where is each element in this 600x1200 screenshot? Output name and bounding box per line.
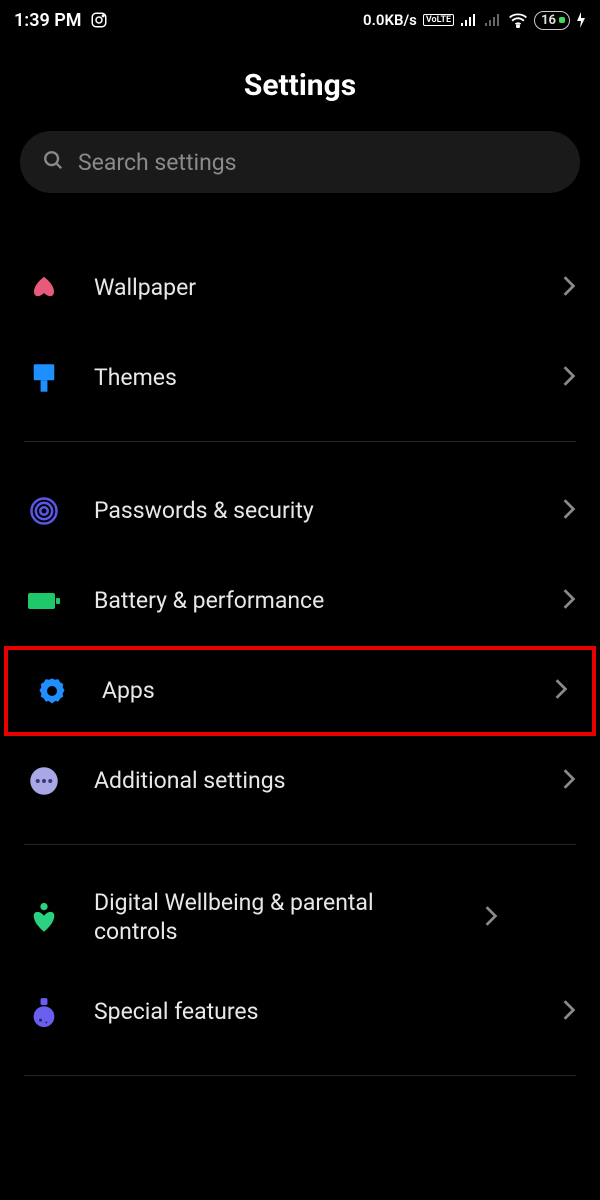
chevron-right-icon: [562, 999, 576, 1025]
status-datarate: 0.0KB/s: [363, 11, 417, 29]
settings-item-additional[interactable]: Additional settings: [0, 736, 600, 826]
settings-item-label: Digital Wellbeing & parental controls: [94, 889, 454, 947]
chevron-right-icon: [562, 365, 576, 391]
wifi-icon: [508, 12, 528, 28]
settings-item-wallpaper[interactable]: Wallpaper: [0, 243, 600, 333]
battery-percent: 16: [541, 13, 556, 28]
chevron-right-icon: [562, 275, 576, 301]
search-placeholder: Search settings: [78, 149, 237, 176]
battery-indicator: 16: [534, 11, 570, 30]
divider: [24, 844, 576, 845]
settings-item-label: Battery & performance: [94, 587, 532, 616]
settings-item-themes[interactable]: Themes: [0, 333, 600, 423]
chevron-right-icon: [562, 498, 576, 524]
status-time: 1:39 PM: [14, 10, 82, 31]
charging-icon: [576, 12, 586, 28]
divider: [24, 1075, 576, 1076]
divider: [24, 441, 576, 442]
gear-icon: [32, 671, 72, 711]
battery-level-icon: [559, 17, 565, 23]
settings-item-label: Passwords & security: [94, 497, 532, 526]
settings-item-battery[interactable]: Battery & performance: [0, 556, 600, 646]
battery-icon: [24, 581, 64, 621]
chevron-right-icon: [484, 905, 498, 931]
more-icon: [24, 761, 64, 801]
settings-item-wellbeing[interactable]: Digital Wellbeing & parental controls: [0, 869, 600, 967]
settings-item-special[interactable]: Special features: [0, 967, 600, 1057]
settings-item-label: Apps: [102, 677, 524, 706]
instagram-icon: [90, 11, 108, 29]
settings-item-label: Wallpaper: [94, 274, 532, 303]
wallpaper-icon: [24, 268, 64, 308]
themes-icon: [24, 358, 64, 398]
settings-item-passwords[interactable]: Passwords & security: [0, 466, 600, 556]
settings-item-label: Themes: [94, 364, 532, 393]
signal-icon-1: [460, 13, 478, 27]
chevron-right-icon: [554, 678, 568, 704]
heart-icon: [24, 898, 64, 938]
search-icon: [42, 149, 64, 175]
chevron-right-icon: [562, 768, 576, 794]
settings-item-label: Special features: [94, 998, 532, 1027]
flask-icon: [24, 992, 64, 1032]
status-bar: 1:39 PM 0.0KB/s VoLTE 16: [0, 0, 600, 40]
search-input[interactable]: Search settings: [20, 131, 580, 193]
settings-item-label: Additional settings: [94, 767, 532, 796]
signal-icon-2: [484, 13, 502, 27]
volte-icon: VoLTE: [423, 14, 454, 26]
settings-item-apps[interactable]: Apps: [4, 646, 596, 736]
fingerprint-icon: [24, 491, 64, 531]
page-title: Settings: [0, 40, 600, 123]
chevron-right-icon: [562, 588, 576, 614]
